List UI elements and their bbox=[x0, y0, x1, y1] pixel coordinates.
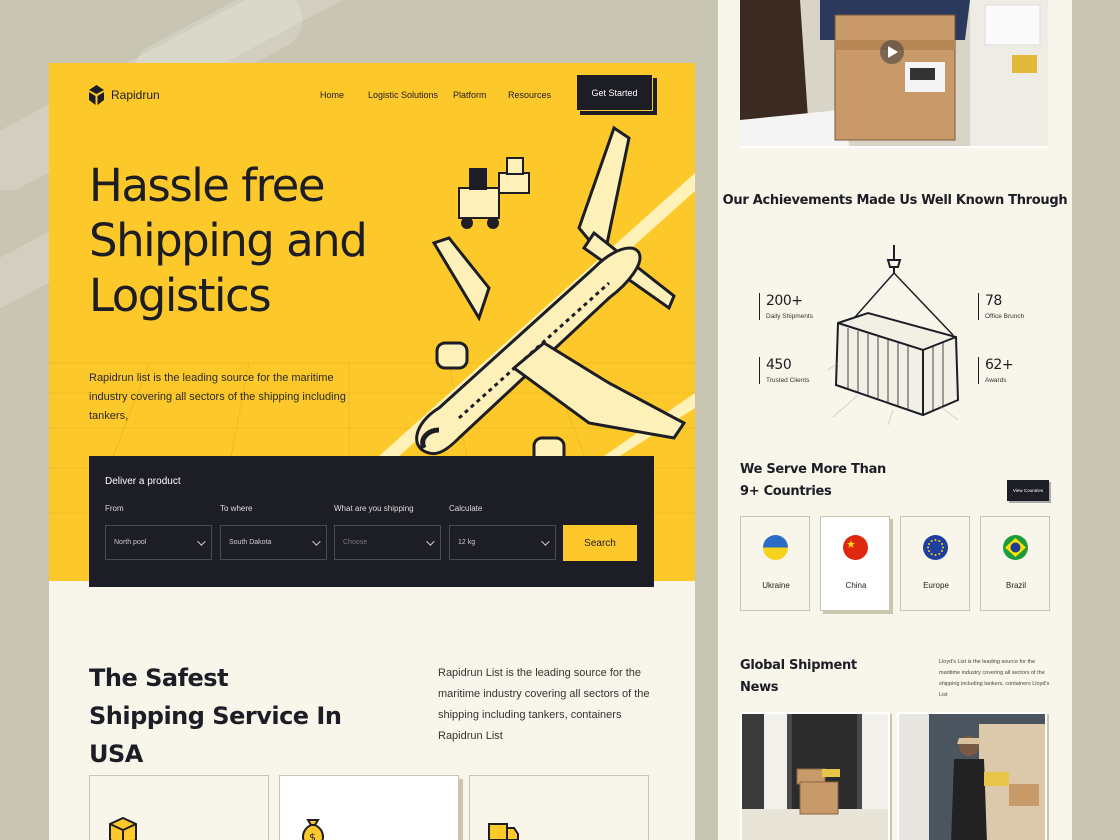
service-card-delivery[interactable] bbox=[469, 775, 649, 840]
deliver-form: Deliver a product From To where What are… bbox=[89, 456, 654, 587]
stat-awards: 62+ Awards bbox=[978, 357, 1014, 384]
brand-icon bbox=[89, 85, 104, 105]
svg-text:$: $ bbox=[309, 831, 316, 840]
nav-link-logistic-solutions[interactable]: Logistic Solutions bbox=[368, 90, 438, 100]
chevron-down-icon bbox=[426, 536, 435, 546]
weight-select[interactable]: 12 kg bbox=[449, 525, 556, 560]
brand-logo[interactable]: Rapidrun bbox=[89, 85, 160, 105]
courier-delivery-photo bbox=[899, 714, 1045, 840]
truck-icon bbox=[488, 823, 519, 840]
stat-daily-shipments: 200+ Daily Shipments bbox=[759, 293, 813, 320]
shipping-container-illustration bbox=[828, 245, 960, 425]
safest-shipping-title: The Safest Shipping Service In USA bbox=[89, 664, 342, 768]
money-bag-icon: $ bbox=[302, 819, 324, 840]
shipping-type-select[interactable]: Choose bbox=[334, 525, 441, 560]
eu-flag-icon bbox=[923, 535, 948, 560]
chevron-down-icon bbox=[541, 536, 550, 546]
stat-value: 78 bbox=[985, 293, 1002, 309]
to-where-value: South Dakota bbox=[229, 539, 272, 546]
get-started-button[interactable]: Get Started bbox=[576, 74, 653, 111]
nav-link-resources[interactable]: Resources bbox=[508, 90, 551, 100]
stat-value: 62+ bbox=[985, 357, 1014, 373]
parcel-doorstep-photo bbox=[742, 714, 888, 840]
brand-name: Rapidrun bbox=[111, 88, 160, 102]
landing-page: Rapidrun Home Logistic Solutions Platfor… bbox=[49, 63, 695, 840]
stat-label: Daily Shipments bbox=[766, 313, 813, 320]
country-name: Brazil bbox=[1005, 581, 1026, 590]
hero-section: Rapidrun Home Logistic Solutions Platfor… bbox=[49, 63, 695, 520]
nav-link-platform[interactable]: Platform bbox=[453, 90, 487, 100]
deliver-form-title: Deliver a product bbox=[105, 476, 181, 487]
shipping-type-placeholder: Choose bbox=[343, 539, 368, 546]
delivery-photo bbox=[740, 0, 1048, 146]
from-select[interactable]: North pool bbox=[105, 525, 212, 560]
news-title: Global Shipment News bbox=[740, 658, 857, 695]
detail-page: Our Achievements Made Us Well Known Thro… bbox=[718, 0, 1072, 840]
calculate-label: Calculate bbox=[449, 504, 483, 513]
shipping-type-label: What are you shipping bbox=[334, 504, 414, 513]
ukraine-flag-icon bbox=[763, 535, 788, 560]
china-flag-icon bbox=[843, 535, 868, 560]
news-description: Lloyd's List is the leading source for t… bbox=[939, 659, 1050, 698]
service-card-payment[interactable]: $ bbox=[279, 775, 459, 840]
view-countries-button[interactable]: View Countries bbox=[1007, 480, 1049, 501]
box-icon bbox=[109, 816, 137, 840]
mockup-backdrop: Rapidrun Home Logistic Solutions Platfor… bbox=[0, 0, 1120, 840]
country-card-china[interactable]: China bbox=[820, 516, 890, 611]
safest-shipping-description: Rapidrun List is the leading source for … bbox=[438, 667, 650, 742]
to-where-select[interactable]: South Dakota bbox=[220, 525, 327, 560]
country-name: China bbox=[845, 581, 867, 590]
country-card-ukraine[interactable]: Ukraine bbox=[740, 516, 810, 611]
stat-label: Awards bbox=[985, 377, 1007, 384]
delivery-video-thumbnail[interactable] bbox=[740, 0, 1048, 148]
country-card-europe[interactable]: Europe bbox=[900, 516, 970, 611]
country-card-brazil[interactable]: Brazil bbox=[980, 516, 1050, 611]
chevron-down-icon bbox=[312, 536, 321, 546]
stat-label: Office Brunch bbox=[985, 313, 1025, 320]
nav-link-home[interactable]: Home bbox=[320, 90, 344, 100]
country-name: Ukraine bbox=[762, 581, 790, 590]
weight-value: 12 kg bbox=[458, 539, 476, 546]
brazil-flag-icon bbox=[1003, 535, 1028, 560]
to-where-label: To where bbox=[220, 504, 253, 513]
news-card-courier-delivery[interactable] bbox=[897, 712, 1047, 840]
chevron-down-icon bbox=[197, 536, 206, 546]
news-card-parcel-doorstep[interactable] bbox=[740, 712, 890, 840]
from-label: From bbox=[105, 504, 124, 513]
service-card-cargo[interactable] bbox=[89, 775, 269, 840]
stat-office-branch: 78 Office Brunch bbox=[978, 293, 1024, 320]
stat-label: Trusted Clients bbox=[766, 377, 810, 384]
country-name: Europe bbox=[923, 581, 949, 590]
stat-value: 200+ bbox=[766, 293, 803, 309]
hero-description: Rapidrun list is the leading source for … bbox=[89, 372, 346, 422]
stat-trusted-clients: 450 Trusted Clients bbox=[759, 357, 809, 384]
achievements-title: Our Achievements Made Us Well Known Thro… bbox=[722, 193, 1068, 208]
countries-title: We Serve More Than 9+ Countries bbox=[740, 462, 886, 499]
forklift-icon bbox=[458, 157, 530, 229]
from-value: North pool bbox=[114, 539, 147, 546]
search-button[interactable]: Search bbox=[563, 525, 637, 561]
stat-value: 450 bbox=[766, 357, 792, 373]
